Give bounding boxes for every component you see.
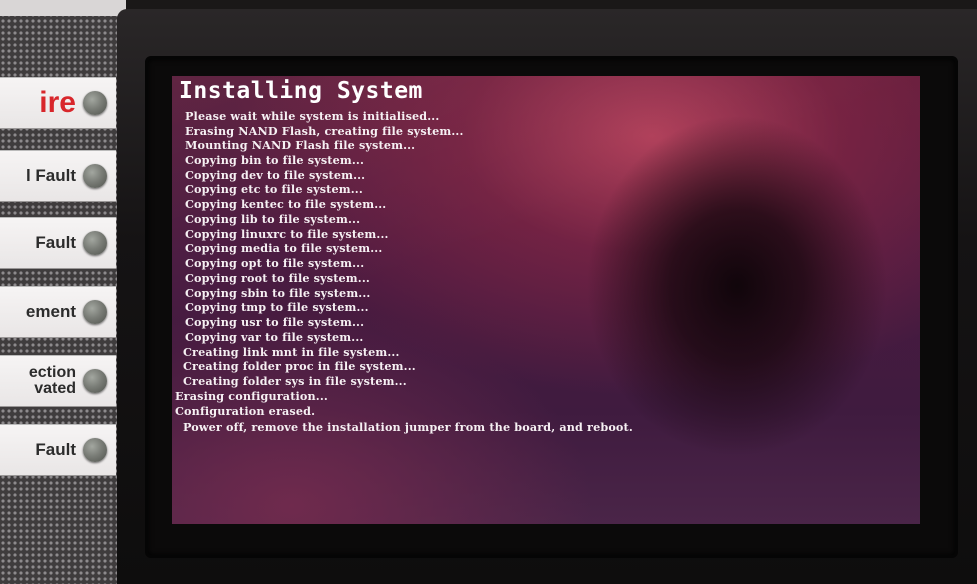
- terminal-line: Copying tmp to file system...: [185, 300, 369, 314]
- led-icon: [83, 369, 107, 393]
- terminal-line: Mounting NAND Flash file system...: [185, 138, 416, 152]
- led-icon: [83, 164, 107, 188]
- led-icon: [83, 300, 107, 324]
- terminal-line: Copying dev to file system...: [185, 168, 366, 182]
- terminal-line: Copying media to file system...: [185, 241, 383, 255]
- screen-title: Installing System: [179, 78, 423, 104]
- terminal-line: Copying usr to file system...: [185, 315, 365, 329]
- terminal-line: Erasing NAND Flash, creating file system…: [185, 124, 464, 138]
- terminal-line: Copying lib to file system...: [185, 212, 361, 226]
- terminal-line: Copying opt to file system...: [185, 256, 365, 270]
- terminal-output: Installing System Please wait while syst…: [172, 76, 920, 524]
- terminal-line: Erasing configuration...: [175, 389, 328, 403]
- terminal-line: Creating link mnt in file system...: [183, 345, 400, 359]
- device-photo: ire l Fault Fault ement ection vated Fau…: [0, 0, 977, 584]
- indicator-label-protection-activated: ection vated: [28, 364, 76, 397]
- led-icon: [83, 91, 107, 115]
- terminal-line: Copying sbin to file system...: [185, 286, 371, 300]
- indicator-label-fault-2: Fault: [35, 233, 76, 252]
- terminal-line: Please wait while system is initialised.…: [185, 109, 440, 123]
- terminal-line: Creating folder proc in file system...: [183, 359, 416, 373]
- lcd-screen: Installing System Please wait while syst…: [172, 76, 920, 524]
- led-icon: [83, 438, 107, 462]
- indicator-label-disablement: ement: [25, 302, 76, 321]
- indicator-label-fire: ire: [39, 86, 76, 119]
- indicator-protection-activated: ection vated: [0, 355, 116, 407]
- terminal-line: Copying linuxrc to file system...: [185, 227, 389, 241]
- terminal-line: Copying bin to file system...: [185, 153, 364, 167]
- indicator-disablement: ement: [0, 286, 116, 338]
- panel-top-strip: [0, 0, 126, 16]
- terminal-line: Creating folder sys in file system...: [183, 374, 407, 388]
- terminal-line: Configuration erased.: [175, 404, 316, 418]
- indicator-fault-1: l Fault: [0, 150, 116, 202]
- terminal-line: Copying etc to file system...: [185, 182, 363, 196]
- indicator-panel: ire l Fault Fault ement ection vated Fau…: [0, 0, 126, 584]
- led-icon: [83, 231, 107, 255]
- indicator-fault-3: Fault: [0, 424, 116, 476]
- indicator-fault-2: Fault: [0, 217, 116, 269]
- terminal-line: Copying var to file system...: [185, 330, 364, 344]
- indicator-label-fault-3: Fault: [35, 440, 76, 459]
- terminal-line: Copying kentec to file system...: [185, 197, 387, 211]
- terminal-line: Copying root to file system...: [185, 271, 370, 285]
- indicator-fire: ire: [0, 77, 116, 129]
- indicator-label-fault-1: l Fault: [25, 166, 76, 185]
- terminal-line: Power off, remove the installation jumpe…: [183, 420, 633, 434]
